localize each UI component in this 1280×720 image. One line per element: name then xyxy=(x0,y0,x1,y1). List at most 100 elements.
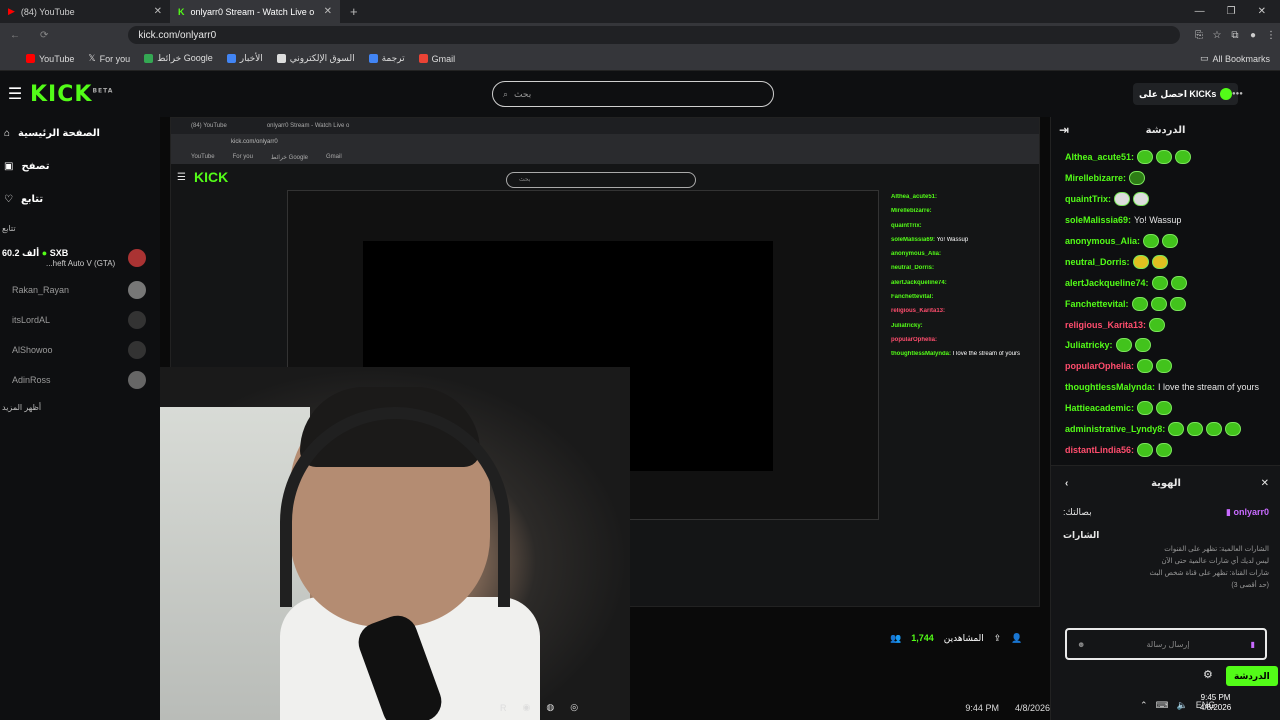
bookmark-gmail[interactable]: Gmail xyxy=(418,54,455,64)
sidebar-channel[interactable]: Rakan_Rayan xyxy=(0,275,160,305)
captured-tab-bar: (84) YouTube onlyarr0 Stream - Watch Live… xyxy=(171,118,1039,134)
chat-message: anonymous_Alia: xyxy=(1065,231,1275,252)
badges-title: الشارات xyxy=(1063,530,1100,540)
search-placeholder: بحث xyxy=(514,88,532,99)
translate-icon xyxy=(368,54,378,63)
identity-header: ‹ الهوية ✕ xyxy=(1065,477,1269,489)
close-icon[interactable]: ✕ xyxy=(1261,478,1269,489)
system-clock[interactable]: 9:45 PM 4/8/2026 xyxy=(1200,693,1231,713)
avatar xyxy=(128,371,146,389)
bookmark-maps[interactable]: خرائط Google xyxy=(144,53,213,64)
emoji-icon[interactable]: ☻ xyxy=(1077,640,1085,649)
all-bookmarks[interactable]: ▭ All Bookmarks xyxy=(1200,53,1280,64)
emote-icon xyxy=(1134,338,1151,353)
app-icon: R xyxy=(500,702,507,713)
chat-messages: Althea_acute51: Mirellebizarre: quaintTr… xyxy=(1065,147,1275,461)
star-icon[interactable]: ☆ xyxy=(1208,30,1226,41)
bookmark-x[interactable]: 𝕏 For you xyxy=(88,53,130,64)
window-controls: — ❐ ✕ xyxy=(1195,6,1280,17)
search-input[interactable]: ⌕ بحث xyxy=(492,81,774,107)
tab-kick[interactable]: K onlyarr0 Stream - Watch Live o ✕ xyxy=(170,0,340,23)
sidebar-channel[interactable]: AdinRoss xyxy=(0,365,160,395)
chat-message: quaintTrix: xyxy=(1065,189,1275,210)
emote-icon xyxy=(1162,234,1179,248)
badge-icon: ▮ xyxy=(1250,639,1255,649)
share-icon[interactable]: ⇪ xyxy=(994,633,1002,644)
close-tab-icon[interactable]: ✕ xyxy=(324,6,332,17)
follow-user-icon[interactable]: 👤 xyxy=(1011,633,1022,644)
app-icon: ◎ xyxy=(570,702,579,712)
sidebar-channel[interactable]: AlShowoo xyxy=(0,335,160,365)
tab-youtube[interactable]: ▶ (84) YouTube ✕ xyxy=(0,0,170,23)
gmail-icon xyxy=(418,54,428,63)
menu-icon[interactable]: ⋮ xyxy=(1262,30,1280,41)
profile-icon[interactable]: ● xyxy=(1244,30,1262,41)
avatar xyxy=(128,249,146,267)
url-field[interactable]: kick.com/onlyarr0 xyxy=(128,26,1180,44)
sidebar-item-home[interactable]: ⌂ الصفحة الرئيسية xyxy=(0,117,160,150)
emote-icon xyxy=(1170,275,1187,290)
browse-icon: ▣ xyxy=(4,161,14,172)
sidebar-channel[interactable]: 60.2 ألف ● SXB ...heft Auto V (GTA) xyxy=(0,241,160,275)
translate-icon[interactable]: ⎘ xyxy=(1190,30,1208,41)
chat-message: neutral_Dorris: xyxy=(1065,251,1275,272)
close-window-icon[interactable]: ✕ xyxy=(1258,6,1266,17)
left-sidebar: ⌂ الصفحة الرئيسية ▣ تصفح ♡ تتابع تتابع 60.2… xyxy=(0,117,160,720)
stream-player[interactable]: (84) YouTube onlyarr0 Stream - Watch Live… xyxy=(160,117,1050,720)
following-section-title: تتابع xyxy=(2,224,16,233)
chat-message: religious_Karita13: xyxy=(1065,314,1275,335)
network-icon[interactable]: ⌨ xyxy=(1156,700,1169,711)
emote-icon xyxy=(1137,359,1154,374)
emote-icon xyxy=(1206,422,1223,437)
identity-channel-row: :بصالتك ▮ onlyarr0 xyxy=(1063,506,1269,517)
youtube-icon xyxy=(26,54,35,63)
bookmarks-bar: YouTube 𝕏 For you خرائط Google الأخبار ال… xyxy=(0,47,1280,71)
minimize-icon[interactable]: — xyxy=(1195,6,1205,17)
sidebar-item-browse[interactable]: ▣ تصفح xyxy=(0,150,160,183)
x-icon: 𝕏 xyxy=(88,53,96,63)
get-kicks-button[interactable]: احصل على KICKs xyxy=(1133,83,1239,105)
emote-icon xyxy=(1169,296,1186,311)
emote-icon xyxy=(1175,150,1192,165)
close-tab-icon[interactable]: ✕ xyxy=(154,6,162,17)
badges-empty: ليس لديك أي شارات عالمية حتى الآن xyxy=(1161,558,1269,565)
reload-icon[interactable]: ⟳ xyxy=(30,30,58,41)
emote-icon xyxy=(1150,296,1167,311)
bookmark-store[interactable]: السوق الإلكتروني xyxy=(276,53,355,64)
sidebar-item-following[interactable]: ♡ تتابع xyxy=(0,183,160,216)
emote-icon xyxy=(1129,171,1146,186)
volume-icon[interactable]: 🔈 xyxy=(1177,700,1188,711)
captured-chat: Althea_acute51: Mirellebizarre: quaintTr… xyxy=(891,194,1021,358)
user-avatar[interactable]: ●●● xyxy=(1232,91,1250,99)
back-icon[interactable]: ← xyxy=(0,30,30,41)
emote-icon xyxy=(1187,422,1204,437)
maximize-icon[interactable]: ❐ xyxy=(1227,6,1236,17)
chat-message: distantLindia56: xyxy=(1065,439,1275,460)
chat-message: thoughtlessMalynda: I love the stream of … xyxy=(1065,382,1260,393)
kick-logo[interactable]: KICKBETA xyxy=(30,82,113,107)
emote-icon xyxy=(1151,254,1168,269)
show-more-link[interactable]: أظهر المزيد xyxy=(0,395,160,420)
new-tab-button[interactable]: + xyxy=(340,4,368,19)
tab-title: onlyarr0 Stream - Watch Live o xyxy=(190,6,315,17)
chat-input[interactable]: ☻ إرسال رسالة ▮ xyxy=(1065,628,1267,660)
tab-title: (84) YouTube xyxy=(20,6,75,17)
bookmark-news[interactable]: الأخبار xyxy=(226,53,263,64)
chat-send-button[interactable]: الدردشة xyxy=(1226,666,1278,686)
chevron-up-icon[interactable]: ⌃ xyxy=(1140,700,1148,711)
avatar xyxy=(128,341,146,359)
captured-taskbar: R ◉ ◍ ◎ 9:44 PM 4/8/2026 xyxy=(500,702,1050,713)
collapse-chat-icon[interactable]: ⇥ xyxy=(1059,123,1069,137)
bookmark-translate[interactable]: ترجمة xyxy=(368,53,405,64)
gear-icon[interactable]: ⚙ xyxy=(1203,668,1213,681)
bookmark-youtube[interactable]: YouTube xyxy=(26,54,74,64)
app-icon: ◉ xyxy=(522,702,531,712)
extensions-icon[interactable]: ⧉ xyxy=(1226,30,1244,41)
captured-bookmarks: YouTube For you خرائط Google Gmail xyxy=(171,150,1039,164)
badges-subtitle: الشارات العالمية: تظهر على القنوات xyxy=(1164,546,1269,553)
back-arrow-icon[interactable]: ‹ xyxy=(1065,478,1068,489)
chat-message: alertJackqueline74: xyxy=(1065,272,1275,293)
hamburger-menu-icon[interactable]: ☰ xyxy=(0,84,30,104)
youtube-icon: ▶ xyxy=(8,6,15,16)
sidebar-channel[interactable]: itsLordAL xyxy=(0,305,160,335)
